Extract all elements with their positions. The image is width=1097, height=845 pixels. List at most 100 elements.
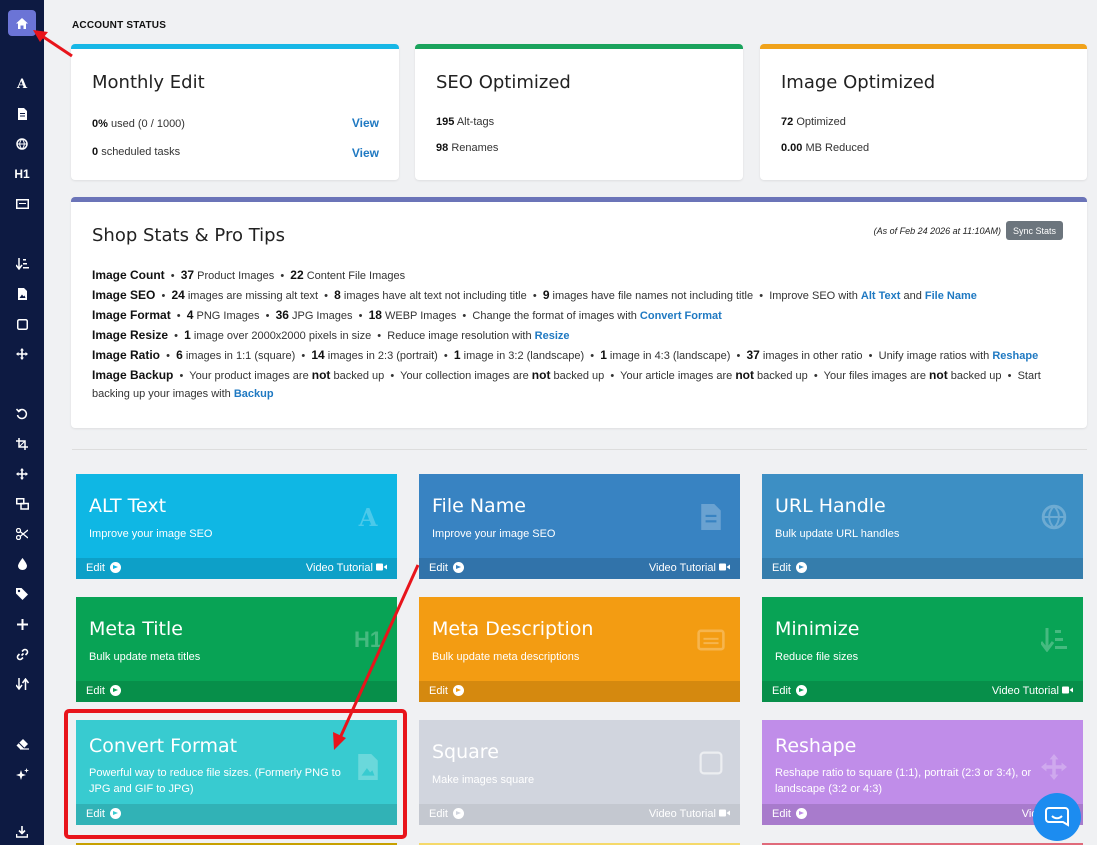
tile-title: Minimize xyxy=(775,618,860,640)
tile-title: File Name xyxy=(432,495,526,517)
view-usage-link[interactable]: View xyxy=(352,116,379,130)
globe-icon xyxy=(1039,502,1069,532)
restore-nav-icon[interactable] xyxy=(0,402,44,426)
renames-row: 98 Renames xyxy=(436,142,498,154)
move-nav-icon[interactable] xyxy=(0,462,44,486)
tile-footer: Edit xyxy=(76,804,397,825)
sort-down-icon xyxy=(1039,625,1069,655)
tile-description: Bulk update meta descriptions xyxy=(432,651,580,663)
convert-format-link[interactable]: Convert Format xyxy=(640,310,722,322)
alt-text-tile[interactable]: ALT Text Improve your image SEO A Edit V… xyxy=(76,474,397,579)
shop-stats-title: Shop Stats & Pro Tips xyxy=(92,225,285,246)
meta-description-nav-icon[interactable] xyxy=(0,192,44,216)
edit-link[interactable]: Edit xyxy=(772,562,808,574)
mb-reduced-value: 0.00 xyxy=(781,142,803,154)
image-count-line: Image Count • 37 Product Images • 22 Con… xyxy=(92,268,406,282)
arrow-circle-icon xyxy=(110,562,122,573)
url-handle-tile[interactable]: URL Handle Bulk update URL handles Edit xyxy=(762,474,1083,579)
edit-link[interactable]: Edit xyxy=(86,685,122,697)
convert-format-tile[interactable]: Convert Format Powerful way to reduce fi… xyxy=(76,720,397,825)
scheduled-row: 0 scheduled tasks xyxy=(92,146,180,158)
link-nav-icon[interactable] xyxy=(0,642,44,666)
arrows-icon xyxy=(1039,752,1069,782)
video-camera-icon xyxy=(1062,686,1073,694)
sort-nav-icon[interactable] xyxy=(0,672,44,696)
sparkle-nav-icon[interactable] xyxy=(0,762,44,786)
video-camera-icon xyxy=(376,563,387,571)
meta-description-tile[interactable]: Meta Description Bulk update meta descri… xyxy=(419,597,740,702)
sync-stats-button[interactable]: Sync Stats xyxy=(1006,221,1063,240)
tile-footer: Edit xyxy=(762,558,1083,579)
download-nav-icon[interactable] xyxy=(0,820,44,844)
used-label: used (0 / 1000) xyxy=(110,118,185,130)
arrow-circle-icon xyxy=(796,808,808,819)
tile-footer: Edit Video Tutorial xyxy=(76,558,397,579)
renames-label: Renames xyxy=(451,142,499,154)
url-handle-nav-icon[interactable] xyxy=(0,132,44,156)
used-row: 0% used (0 / 1000) xyxy=(92,118,185,130)
alt-tags-row: 195 Alt-tags xyxy=(436,116,494,128)
tile-title: Meta Title xyxy=(89,618,183,640)
home-button[interactable] xyxy=(8,10,36,36)
file-name-tile[interactable]: File Name Improve your image SEO Edit Vi… xyxy=(419,474,740,579)
view-scheduled-link[interactable]: View xyxy=(352,146,379,160)
square-tile[interactable]: Square Make images square Edit Video Tut… xyxy=(419,720,740,825)
optimized-value: 72 xyxy=(781,116,794,128)
meta-title-nav-icon[interactable]: H1 xyxy=(0,162,44,186)
edit-link[interactable]: Edit xyxy=(86,808,122,820)
edit-link[interactable]: Edit xyxy=(86,562,122,574)
watermark-nav-icon[interactable] xyxy=(0,552,44,576)
file-name-link[interactable]: File Name xyxy=(925,290,977,302)
tile-title: URL Handle xyxy=(775,495,886,517)
minimize-tile[interactable]: Minimize Reduce file sizes Edit Video Tu… xyxy=(762,597,1083,702)
image-optimized-title: Image Optimized xyxy=(781,72,936,93)
shop-stats-card: Shop Stats & Pro Tips (As of Feb 24 2026… xyxy=(71,197,1087,428)
arrow-circle-icon xyxy=(110,808,122,819)
arrow-circle-icon xyxy=(453,808,465,819)
meta-title-tile[interactable]: Meta Title Bulk update meta titles H1 Ed… xyxy=(76,597,397,702)
crop-nav-icon[interactable] xyxy=(0,432,44,456)
scissors-icon[interactable] xyxy=(0,522,44,546)
help-chat-button[interactable] xyxy=(1033,793,1081,841)
minimize-nav-icon[interactable] xyxy=(0,252,44,276)
tile-footer: Edit xyxy=(76,681,397,702)
section-divider xyxy=(72,449,1087,450)
monthly-edit-title: Monthly Edit xyxy=(92,72,205,93)
image-file-icon xyxy=(353,752,383,782)
resize-link[interactable]: Resize xyxy=(535,330,570,342)
tile-title: Meta Description xyxy=(432,618,594,640)
home-icon xyxy=(16,17,28,29)
alt-text-link[interactable]: Alt Text xyxy=(861,290,901,302)
tile-description: Make images square xyxy=(432,774,535,786)
optimized-row: 72 Optimized xyxy=(781,116,846,128)
image-seo-line: Image SEO • 24 images are missing alt te… xyxy=(92,288,977,302)
card-accent-bar xyxy=(71,44,399,49)
video-tutorial-link[interactable]: Video Tutorial xyxy=(649,808,730,820)
edit-link[interactable]: Edit xyxy=(429,685,465,697)
seo-optimized-card: SEO Optimized 195 Alt-tags 98 Renames xyxy=(415,44,743,180)
edit-link[interactable]: Edit xyxy=(772,685,808,697)
video-tutorial-link[interactable]: Video Tutorial xyxy=(992,685,1073,697)
reshape-nav-icon[interactable] xyxy=(0,342,44,366)
resize-nav-icon[interactable] xyxy=(0,492,44,516)
tag-nav-icon[interactable] xyxy=(0,582,44,606)
eraser-nav-icon[interactable] xyxy=(0,732,44,756)
edit-link[interactable]: Edit xyxy=(772,808,808,820)
video-tutorial-link[interactable]: Video Tutorial xyxy=(306,562,387,574)
convert-format-nav-icon[interactable] xyxy=(0,282,44,306)
arrow-circle-icon xyxy=(110,685,122,696)
plus-nav-icon[interactable] xyxy=(0,612,44,636)
file-name-nav-icon[interactable] xyxy=(0,102,44,126)
renames-value: 98 xyxy=(436,142,449,154)
sidebar: A H1 xyxy=(0,0,44,845)
tile-footer: Edit Video Tutorial xyxy=(762,681,1083,702)
video-tutorial-link[interactable]: Video Tutorial xyxy=(649,562,730,574)
tile-description: Reshape ratio to square (1:1), portrait … xyxy=(775,767,1032,795)
edit-link[interactable]: Edit xyxy=(429,808,465,820)
square-nav-icon[interactable] xyxy=(0,312,44,336)
tile-description: Improve your image SEO xyxy=(89,528,213,540)
edit-link[interactable]: Edit xyxy=(429,562,465,574)
reshape-link[interactable]: Reshape xyxy=(992,350,1038,362)
alt-text-nav-icon[interactable]: A xyxy=(0,72,44,96)
backup-link[interactable]: Backup xyxy=(234,388,274,400)
